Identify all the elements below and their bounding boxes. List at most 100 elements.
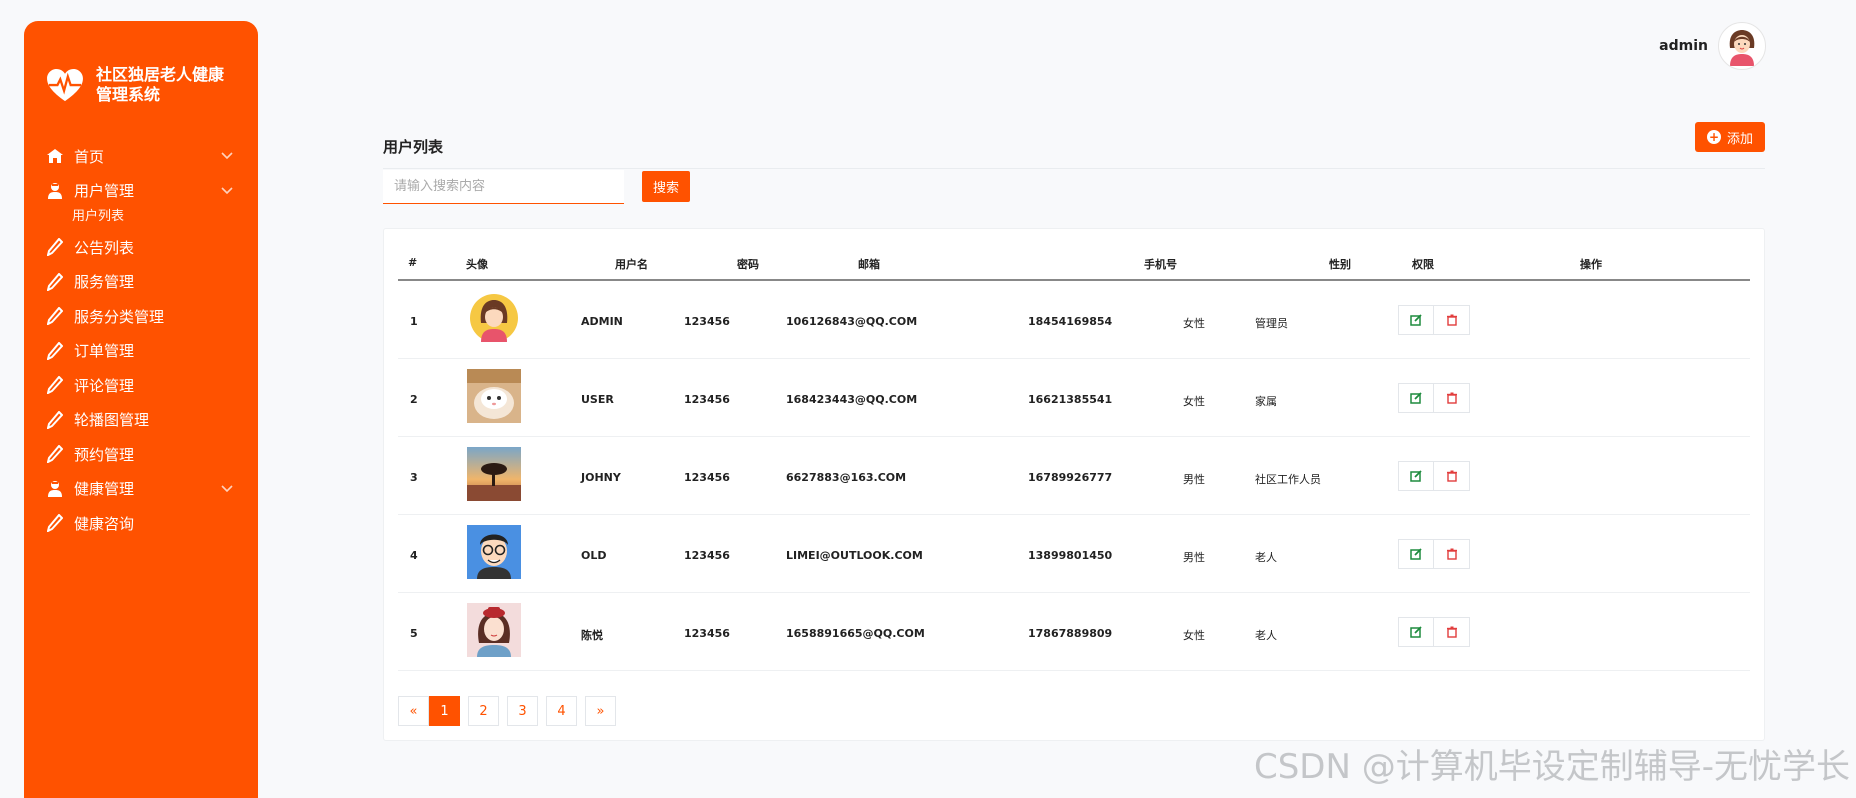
column-header: 密码: [737, 258, 759, 271]
cell-role: 管理员: [1255, 317, 1288, 330]
sidebar-item-announcements[interactable]: 公告列表: [24, 230, 258, 265]
cell-gender: 男性: [1183, 551, 1205, 564]
chevron-down-icon[interactable]: [220, 149, 234, 163]
cell-phone: 13899801450: [1028, 549, 1113, 562]
table-header: # 头像 用户名 密码 邮箱 手机号 性别 权限 操作: [398, 229, 1750, 281]
pen-icon: [46, 272, 64, 291]
watermark: CSDN @计算机毕设定制辅导-无忧学长: [1253, 747, 1850, 787]
sidebar-item-appointments[interactable]: 预约管理: [24, 437, 258, 472]
sidebar: 社区独居老人健康管理系统 首页 用户管理 用户列表 公告列表 服务管理 服务分类…: [24, 21, 258, 798]
sidebar-item-orders[interactable]: 订单管理: [24, 334, 258, 369]
user-avatar: [467, 447, 521, 501]
search-input[interactable]: [383, 170, 624, 204]
cell-id: 3: [410, 471, 418, 484]
cell-gender: 男性: [1183, 473, 1205, 486]
trash-icon: [1446, 470, 1457, 482]
pen-icon: [46, 410, 64, 429]
search-button[interactable]: 搜索: [642, 171, 690, 202]
sidebar-nav: 首页 用户管理 用户列表 公告列表 服务管理 服务分类管理 订单管理 评论管理 …: [24, 139, 258, 541]
user-avatar: [467, 603, 521, 657]
cell-phone: 17867889809: [1028, 627, 1113, 640]
sidebar-item-label: 健康咨询: [74, 514, 135, 533]
sidebar-item-home[interactable]: 首页: [24, 139, 258, 174]
cell-password: 123456: [684, 471, 730, 484]
column-header: 手机号: [1144, 258, 1177, 271]
sidebar-item-carousel[interactable]: 轮播图管理: [24, 403, 258, 438]
row-actions: [1398, 539, 1470, 569]
cell-email: LIMEI@OUTLOOK.COM: [786, 549, 923, 562]
chevron-down-icon[interactable]: [220, 184, 234, 198]
pen-icon: [46, 514, 64, 533]
delete-button[interactable]: [1434, 305, 1470, 335]
user-menu[interactable]: admin: [1659, 22, 1766, 70]
pen-icon: [46, 307, 64, 326]
add-button-label: 添加: [1726, 131, 1753, 147]
user-avatar: [467, 291, 521, 345]
cell-username: USER: [581, 393, 614, 406]
cell-role: 老人: [1255, 629, 1277, 642]
table-row: 2 USER 123456 168423443@QQ.COM 166213855…: [398, 359, 1750, 437]
delete-button[interactable]: [1434, 383, 1470, 413]
sidebar-item-label: 服务管理: [74, 273, 135, 292]
pagination-page-2[interactable]: 2: [468, 696, 499, 726]
sidebar-item-services[interactable]: 服务管理: [24, 265, 258, 300]
trash-icon: [1446, 548, 1457, 560]
sidebar-item-label: 健康管理: [74, 480, 135, 499]
cell-gender: 女性: [1183, 317, 1205, 330]
cell-id: 2: [410, 393, 418, 406]
cell-password: 123456: [684, 393, 730, 406]
cell-email: 168423443@QQ.COM: [786, 393, 918, 406]
column-header: #: [408, 256, 418, 269]
cell-email: 106126843@QQ.COM: [786, 315, 918, 328]
trash-icon: [1446, 626, 1457, 638]
sidebar-item-health[interactable]: 健康管理: [24, 472, 258, 507]
cell-role: 社区工作人员: [1255, 473, 1321, 486]
pagination-prev[interactable]: «: [398, 696, 429, 726]
sidebar-item-label: 服务分类管理: [74, 307, 165, 326]
edit-button[interactable]: [1398, 305, 1434, 335]
cell-id: 4: [410, 549, 418, 562]
home-icon: [46, 147, 64, 165]
cell-email: 1658891665@QQ.COM: [786, 627, 925, 640]
table-row: 3 JOHNY 123456 6627883@163.COM 167899267…: [398, 437, 1750, 515]
heart-pulse-icon: [47, 69, 83, 102]
column-header: 权限: [1412, 258, 1434, 271]
pagination-next[interactable]: »: [585, 696, 616, 726]
user-icon: [46, 182, 64, 200]
cell-password: 123456: [684, 549, 730, 562]
pagination-page-4[interactable]: 4: [546, 696, 577, 726]
pagination-page-1[interactable]: 1: [429, 696, 460, 726]
user-icon: [46, 480, 64, 498]
pen-icon: [46, 238, 64, 257]
female-avatar-icon: [1729, 30, 1755, 66]
plus-circle-icon: +: [1706, 130, 1721, 144]
delete-button[interactable]: [1434, 461, 1470, 491]
chevron-down-icon[interactable]: [220, 482, 234, 496]
edit-button[interactable]: [1398, 461, 1434, 491]
avatar[interactable]: [1718, 22, 1766, 70]
table-row: 4 OLD 123456 LIMEI@OUTLOOK.COM 138998014…: [398, 515, 1750, 593]
pen-icon: [46, 445, 64, 464]
delete-button[interactable]: [1434, 539, 1470, 569]
edit-button[interactable]: [1398, 539, 1434, 569]
sidebar-item-comments[interactable]: 评论管理: [24, 368, 258, 403]
row-actions: [1398, 461, 1470, 491]
delete-button[interactable]: [1434, 617, 1470, 647]
cell-username: ADMIN: [581, 315, 623, 328]
sidebar-item-label: 轮播图管理: [74, 411, 150, 430]
cell-id: 1: [410, 315, 418, 328]
sidebar-item-health-consult[interactable]: 健康咨询: [24, 506, 258, 541]
pagination-page-3[interactable]: 3: [507, 696, 538, 726]
cell-phone: 18454169854: [1028, 315, 1113, 328]
add-button[interactable]: + 添加: [1695, 122, 1765, 152]
edit-button[interactable]: [1398, 383, 1434, 413]
cell-username: 陈悦: [581, 629, 603, 642]
sidebar-subitem-user-list[interactable]: 用户列表: [24, 202, 258, 226]
pagination: « 1 2 3 4 »: [398, 696, 624, 726]
edit-button[interactable]: [1398, 617, 1434, 647]
cell-password: 123456: [684, 627, 730, 640]
brand: 社区独居老人健康管理系统: [46, 65, 246, 105]
pen-icon: [46, 376, 64, 395]
page-title: 用户列表: [383, 138, 444, 156]
sidebar-item-service-categories[interactable]: 服务分类管理: [24, 299, 258, 334]
